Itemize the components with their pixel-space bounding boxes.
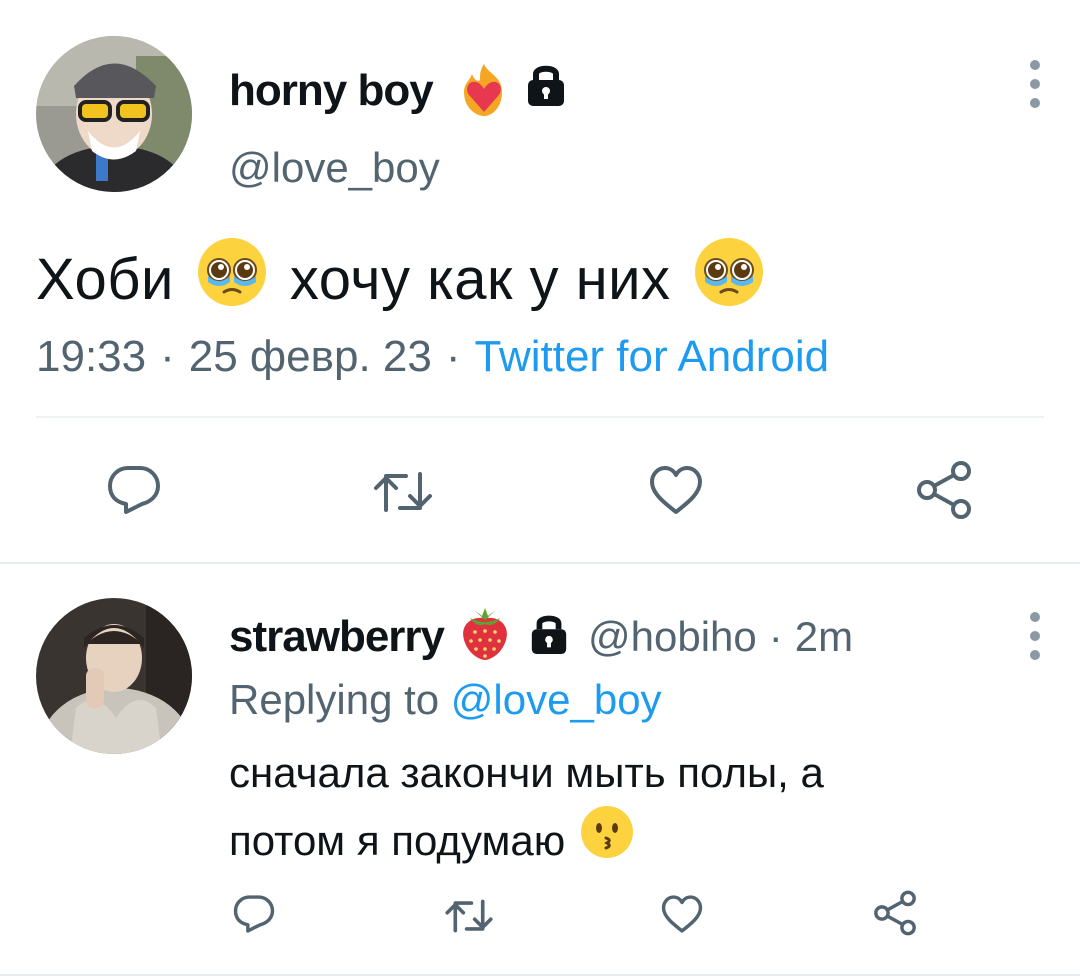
heart-on-fire-icon xyxy=(458,62,510,123)
reply-author-avatar[interactable] xyxy=(36,598,192,754)
more-options-icon[interactable] xyxy=(1025,612,1045,660)
replying-to: Replying to @love_boy xyxy=(229,676,662,724)
reply-display-name[interactable]: strawberry xyxy=(229,612,445,662)
tweet-text-part2: хочу как у них xyxy=(289,246,671,312)
meta-separator: · xyxy=(160,332,175,381)
tweet-source[interactable]: Twitter for Android xyxy=(475,332,830,382)
tweet-text-part1: Хоби xyxy=(36,246,174,312)
strawberry-icon xyxy=(458,606,512,667)
reply-time[interactable]: 2m xyxy=(795,613,853,661)
pleading-face-emoji xyxy=(196,236,268,322)
retweet-icon[interactable] xyxy=(444,898,494,934)
reply-header: strawberry @hobiho · 2m xyxy=(229,606,853,667)
section-divider xyxy=(0,562,1080,564)
replying-mention[interactable]: @love_boy xyxy=(451,676,662,723)
like-icon[interactable] xyxy=(660,894,704,934)
divider xyxy=(36,416,1044,418)
meta-separator: · xyxy=(768,612,783,660)
reply-text-line2-wrap: потом я подумаю xyxy=(229,804,824,877)
share-icon[interactable] xyxy=(872,890,918,936)
share-icon[interactable] xyxy=(914,460,974,520)
reply-icon[interactable] xyxy=(232,894,276,934)
like-icon[interactable] xyxy=(648,464,704,516)
pleading-face-emoji xyxy=(693,236,765,322)
replying-prefix: Replying to xyxy=(229,676,440,723)
tweet-meta: 19:33 · 25 февр. 23 · Twitter for Androi… xyxy=(36,332,829,382)
kissing-face-emoji xyxy=(579,804,635,877)
author-handle[interactable]: @love_boy xyxy=(229,144,440,192)
author-display-name[interactable]: horny boy xyxy=(229,66,434,116)
meta-separator: · xyxy=(445,332,461,381)
author-avatar[interactable] xyxy=(36,36,192,192)
more-options-icon[interactable] xyxy=(1025,60,1045,108)
reply-text-line1: сначала закончи мыть полы, а xyxy=(229,749,824,796)
lock-icon xyxy=(528,612,570,661)
tweet-time: 19:33 xyxy=(36,332,147,381)
bottom-divider xyxy=(0,974,1080,976)
tweet-text: Хоби хочу как у них xyxy=(36,236,765,322)
reply-text: сначала закончи мыть полы, а потом я под… xyxy=(229,742,824,877)
tweet-date[interactable]: 25 февр. 23 xyxy=(189,332,432,382)
reply-text-line2: потом я подумаю xyxy=(229,816,566,864)
reply-handle[interactable]: @hobiho xyxy=(588,613,757,661)
reply-icon[interactable] xyxy=(106,464,162,516)
lock-icon xyxy=(524,62,568,113)
retweet-icon[interactable] xyxy=(372,470,434,514)
